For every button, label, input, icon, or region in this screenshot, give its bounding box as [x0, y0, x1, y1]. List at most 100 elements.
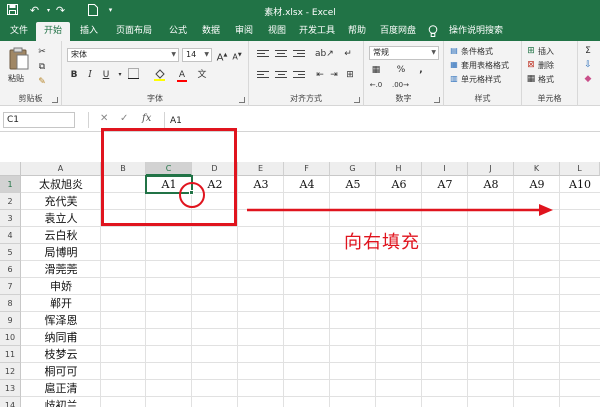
- column-header-k[interactable]: K: [514, 162, 560, 176]
- font-size-select[interactable]: 14 ▼: [182, 48, 212, 62]
- tab-developer[interactable]: 开发工具: [295, 22, 339, 41]
- align-center-icon[interactable]: [275, 71, 287, 81]
- align-left-icon[interactable]: [257, 71, 269, 81]
- cell-g1[interactable]: A5: [330, 176, 376, 193]
- conditional-formatting-button[interactable]: 条件格式: [461, 46, 493, 57]
- tab-page-layout[interactable]: 页面布局: [108, 22, 160, 41]
- alignment-dialog-launcher-icon[interactable]: [354, 97, 360, 103]
- tab-insert[interactable]: 插入: [74, 22, 104, 41]
- tab-file[interactable]: 文件: [6, 22, 32, 41]
- cell-a12[interactable]: 桐可可: [21, 363, 101, 380]
- row-header-1[interactable]: 1: [0, 176, 21, 193]
- bold-icon[interactable]: B: [67, 68, 81, 82]
- cell-styles-button[interactable]: 单元格样式: [461, 74, 501, 85]
- column-header-e[interactable]: E: [238, 162, 284, 176]
- cell-a3[interactable]: 袁立人: [21, 210, 101, 227]
- tell-me-search[interactable]: 操作说明搜索: [442, 22, 510, 41]
- fill-icon[interactable]: ⇩: [581, 58, 595, 72]
- cell-a6[interactable]: 滑莞莞: [21, 261, 101, 278]
- cell-k1[interactable]: A9: [514, 176, 560, 193]
- wrap-text-icon[interactable]: ↵: [341, 47, 355, 61]
- column-header-f[interactable]: F: [284, 162, 330, 176]
- cell-f1[interactable]: A4: [284, 176, 330, 193]
- merge-center-icon[interactable]: ⊞: [343, 68, 357, 82]
- cell-a7[interactable]: 申娇: [21, 278, 101, 295]
- column-header-j[interactable]: J: [468, 162, 514, 176]
- decrease-font-size-icon[interactable]: A▼: [230, 48, 244, 62]
- cut-icon[interactable]: ✂: [35, 45, 49, 59]
- cell-a14[interactable]: 歧初兰: [21, 397, 101, 407]
- font-color-icon[interactable]: A: [175, 68, 189, 82]
- cell-l1[interactable]: A10: [560, 176, 600, 193]
- underline-icon[interactable]: U: [99, 68, 113, 82]
- tab-help[interactable]: 帮助: [342, 22, 372, 41]
- row-header-2[interactable]: 2: [0, 193, 21, 210]
- align-right-icon[interactable]: [293, 71, 305, 81]
- select-all-button[interactable]: [0, 162, 21, 176]
- insert-cells-button[interactable]: 插入: [538, 46, 554, 57]
- row-header-7[interactable]: 7: [0, 278, 21, 295]
- increase-decimal-icon[interactable]: ←.0: [369, 78, 383, 92]
- worksheet-grid[interactable]: A B C D E F G H I J K L 1 2 3 4 5 6 7 8 9 10 11 12 13 14 太叔旭炎 充代芙 袁立…: [0, 162, 600, 407]
- fill-color-icon[interactable]: [152, 68, 166, 82]
- align-middle-icon[interactable]: [275, 50, 287, 60]
- font-name-select[interactable]: 宋体 ▼: [67, 48, 179, 62]
- formula-input[interactable]: A1: [170, 116, 182, 126]
- font-dialog-launcher-icon[interactable]: [239, 97, 245, 103]
- insert-function-button[interactable]: fx: [142, 113, 151, 124]
- cell-a13[interactable]: 扈正清: [21, 380, 101, 397]
- italic-icon[interactable]: I: [83, 68, 97, 82]
- row-header-5[interactable]: 5: [0, 244, 21, 261]
- row-header-6[interactable]: 6: [0, 261, 21, 278]
- cell-a9[interactable]: 恽泽恩: [21, 312, 101, 329]
- enter-icon[interactable]: ✓: [120, 113, 128, 124]
- tab-data[interactable]: 数据: [196, 22, 226, 41]
- row-header-11[interactable]: 11: [0, 346, 21, 363]
- accounting-format-icon[interactable]: ▦: [369, 63, 383, 77]
- paste-icon[interactable]: [8, 46, 30, 72]
- cell-a8[interactable]: 郸开: [21, 295, 101, 312]
- cancel-icon[interactable]: ✕: [100, 113, 108, 124]
- align-bottom-icon[interactable]: [293, 50, 305, 60]
- tab-home[interactable]: 开始: [36, 22, 70, 41]
- underline-dropdown-icon[interactable]: ▾: [113, 68, 127, 82]
- format-cells-button[interactable]: 格式: [538, 74, 554, 85]
- number-dialog-launcher-icon[interactable]: [434, 97, 440, 103]
- copy-icon[interactable]: ⧉: [35, 60, 49, 74]
- phonetic-guide-icon[interactable]: 文: [195, 68, 209, 82]
- delete-cells-button[interactable]: 删除: [538, 60, 554, 71]
- cell-h1[interactable]: A6: [376, 176, 422, 193]
- row-header-9[interactable]: 9: [0, 312, 21, 329]
- row-header-4[interactable]: 4: [0, 227, 21, 244]
- cell-e1[interactable]: A3: [238, 176, 284, 193]
- cell-a5[interactable]: 局博明: [21, 244, 101, 261]
- row-header-12[interactable]: 12: [0, 363, 21, 380]
- comma-style-button[interactable]: ,: [414, 63, 428, 77]
- decrease-decimal-icon[interactable]: .00→: [392, 78, 409, 92]
- align-top-icon[interactable]: [257, 50, 269, 60]
- clipboard-dialog-launcher-icon[interactable]: [52, 97, 58, 103]
- autosum-icon[interactable]: Σ: [581, 44, 595, 58]
- cell-a10[interactable]: 纳同甫: [21, 329, 101, 346]
- cell-a2[interactable]: 充代芙: [21, 193, 101, 210]
- orientation-icon[interactable]: ab↗: [315, 47, 334, 61]
- format-as-table-button[interactable]: 套用表格格式: [461, 60, 509, 71]
- cell-a11[interactable]: 枝梦云: [21, 346, 101, 363]
- column-header-l[interactable]: L: [560, 162, 600, 176]
- paste-button[interactable]: 粘贴: [8, 73, 24, 84]
- percent-style-button[interactable]: %: [394, 63, 408, 77]
- row-header-3[interactable]: 3: [0, 210, 21, 227]
- row-header-14[interactable]: 14: [0, 397, 21, 407]
- cell-a4[interactable]: 云白秋: [21, 227, 101, 244]
- tab-formulas[interactable]: 公式: [163, 22, 193, 41]
- borders-icon[interactable]: [126, 68, 140, 82]
- row-header-10[interactable]: 10: [0, 329, 21, 346]
- tab-view[interactable]: 视图: [262, 22, 292, 41]
- column-header-a[interactable]: A: [21, 162, 101, 176]
- column-header-h[interactable]: H: [376, 162, 422, 176]
- tab-baidu-netdisk[interactable]: 百度网盘: [375, 22, 421, 41]
- format-painter-icon[interactable]: ✎: [35, 75, 49, 89]
- tab-review[interactable]: 审阅: [229, 22, 259, 41]
- increase-indent-icon[interactable]: ⇥: [327, 68, 341, 82]
- decrease-indent-icon[interactable]: ⇤: [313, 68, 327, 82]
